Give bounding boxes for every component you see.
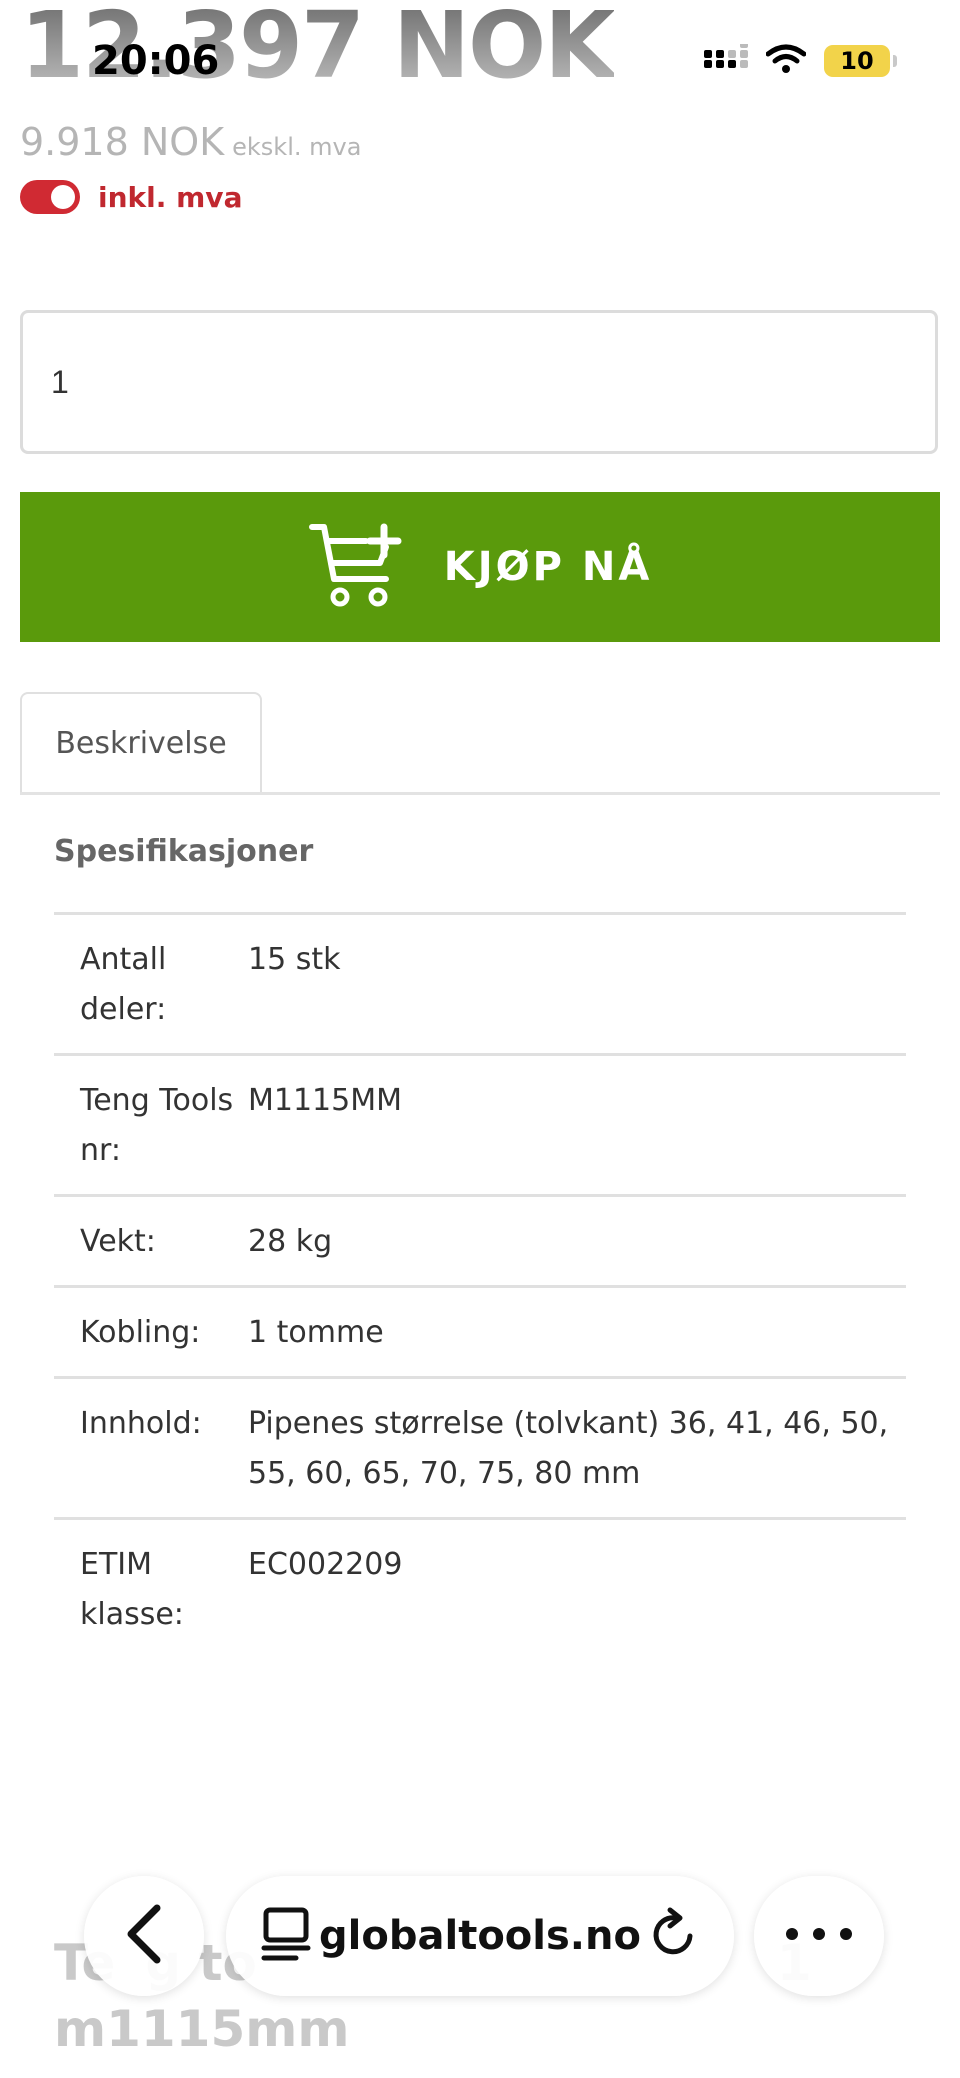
table-row: Kobling: 1 tomme (54, 1285, 906, 1378)
specs-table: Antall deler: 15 stk Teng Tools nr: M111… (54, 912, 906, 1658)
table-row: Innhold: Pipenes størrelse (tolvkant) 36… (54, 1376, 906, 1519)
spec-key: Antall deler: (54, 912, 248, 1055)
reload-icon[interactable] (648, 1906, 700, 1966)
spec-value: 15 stk (248, 912, 906, 1055)
more-dots-icon (784, 1926, 854, 1946)
price-excl-vat: 9.918 NOK ekskl. mva (20, 120, 361, 164)
price-excl-suffix: ekskl. mva (232, 133, 362, 161)
address-bar[interactable]: globaltools.no (226, 1876, 734, 1996)
specs-title: Spesifikasjoner (54, 834, 314, 869)
more-button[interactable] (754, 1876, 884, 1996)
spec-value: M1115MM (248, 1053, 906, 1196)
table-row: Teng Tools nr: M1115MM (54, 1053, 906, 1196)
product-tabs: Beskrivelse (20, 692, 940, 795)
spec-key: Vekt: (54, 1194, 248, 1287)
status-bar: 20:06 10 (0, 0, 960, 120)
browser-toolbar: globaltools.no (0, 1860, 960, 2010)
spec-key: Kobling: (54, 1285, 248, 1378)
spec-value: 28 kg (248, 1194, 906, 1287)
buy-now-button[interactable]: KJØP NÅ (20, 492, 940, 642)
battery-level: 10 (840, 47, 874, 75)
table-row: Antall deler: 15 stk (54, 912, 906, 1055)
tab-beskrivelse[interactable]: Beskrivelse (20, 692, 262, 792)
spec-value: Pipenes størrelse (tolvkant) 36, 41, 46,… (248, 1376, 906, 1519)
vat-toggle[interactable]: inkl. mva (20, 180, 242, 214)
table-row: ETIM klasse: EC002209 (54, 1517, 906, 1658)
tabs-overview-icon[interactable] (260, 1906, 312, 1966)
wifi-icon (765, 44, 807, 78)
vat-toggle-label: inkl. mva (98, 180, 243, 214)
spec-value: EC002209 (248, 1517, 906, 1658)
vat-toggle-switch[interactable] (20, 180, 80, 214)
back-button[interactable] (84, 1876, 204, 1996)
spec-value: 1 tomme (248, 1285, 906, 1378)
cellular-signal-icon (704, 40, 748, 78)
quantity-input[interactable] (20, 310, 938, 454)
battery-icon: 10 (824, 45, 897, 77)
cart-add-icon (308, 517, 404, 617)
chevron-left-icon (119, 1902, 169, 1970)
status-icons: 10 (704, 40, 897, 78)
toggle-knob (51, 185, 75, 209)
status-time: 20:06 (92, 38, 220, 84)
url-text: globaltools.no (319, 1913, 641, 1959)
table-row: Vekt: 28 kg (54, 1194, 906, 1287)
spec-key: Innhold: (54, 1376, 248, 1519)
price-excl-value: 9.918 NOK (20, 120, 225, 164)
spec-key: ETIM klasse: (54, 1517, 248, 1658)
buy-now-label: KJØP NÅ (443, 544, 653, 590)
spec-key: Teng Tools nr: (54, 1053, 248, 1196)
